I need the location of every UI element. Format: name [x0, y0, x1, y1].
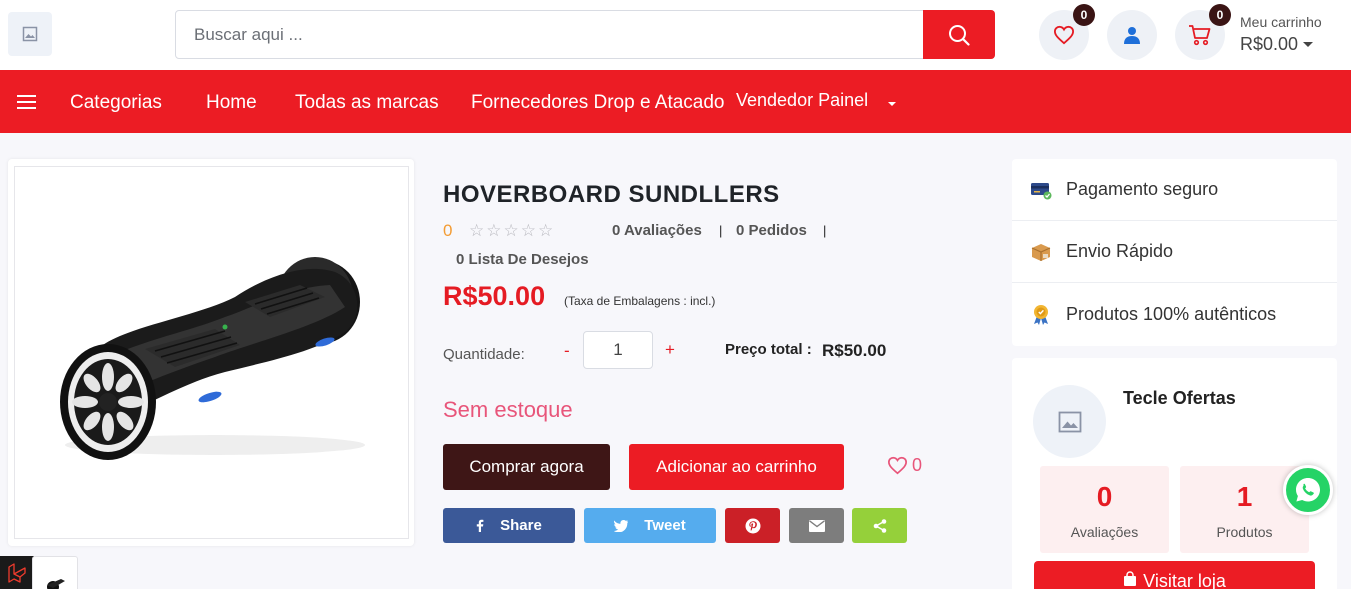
- heart-outline-icon: [887, 456, 908, 475]
- share-facebook-label: Share: [500, 517, 542, 534]
- wishlist-count: 0 Lista De Desejos: [456, 251, 589, 268]
- quantity-label: Quantidade:: [443, 346, 525, 363]
- twitter-icon: [614, 519, 629, 532]
- seller-reviews-value: 0: [1096, 481, 1113, 512]
- main-nav: Categorias Home Todas as marcas Forneced…: [0, 70, 1351, 133]
- credit-card-icon: [1031, 182, 1052, 199]
- product-thumbnail[interactable]: [32, 556, 78, 589]
- product-rating-value: 0: [443, 221, 453, 240]
- stock-status: Sem estoque: [443, 397, 573, 422]
- account-button[interactable]: [1107, 10, 1157, 60]
- wishlist-counter: 0: [912, 455, 923, 475]
- feature-secure-payment: Pagamento seguro: [1012, 159, 1337, 221]
- image-placeholder-icon: [1058, 411, 1081, 432]
- seller-reviews-stat: 0 Avaliações: [1040, 466, 1169, 553]
- search-bar: [175, 10, 995, 59]
- feature-label: Envio Rápido: [1066, 241, 1174, 261]
- nav-item-suppliers[interactable]: Fornecedores Drop e Atacado: [471, 92, 725, 114]
- wishlist-count-badge: 0: [1073, 4, 1095, 26]
- share-facebook-button[interactable]: Share: [443, 508, 575, 543]
- orders-count: 0 Pedidos: [736, 222, 807, 239]
- product-main-image[interactable]: [14, 166, 409, 539]
- top-header: 0 0 Meu carrinho R$0.00: [0, 0, 1351, 70]
- product-title: HOVERBOARD SUNDLLERS: [443, 181, 780, 208]
- hamburger-menu-icon[interactable]: [17, 95, 36, 109]
- nav-categories[interactable]: Categorias: [70, 92, 162, 114]
- share-twitter-button[interactable]: Tweet: [584, 508, 716, 543]
- heart-icon: [1053, 25, 1075, 45]
- total-price-label-text: Preço total: [725, 341, 803, 358]
- visit-store-button[interactable]: Visitar loja: [1034, 561, 1315, 589]
- feature-label: Pagamento seguro: [1066, 179, 1219, 199]
- feature-label: Produtos 100% autênticos: [1066, 303, 1277, 324]
- site-logo[interactable]: [8, 12, 52, 56]
- share-twitter-label: Tweet: [644, 517, 686, 534]
- share-email-button[interactable]: [789, 508, 844, 543]
- tax-note: (Taxa de Embalagens : incl.): [564, 294, 716, 308]
- laravel-debug-icon[interactable]: [0, 556, 34, 589]
- feature-authentic-products: Produtos 100% autênticos: [1012, 283, 1337, 345]
- add-to-wishlist-button[interactable]: 0: [887, 455, 922, 476]
- features-panel: Pagamento seguro Envio Rápido Produtos 1…: [1012, 159, 1337, 346]
- cart-total[interactable]: R$0.00: [1240, 34, 1298, 55]
- whatsapp-icon: [1296, 478, 1320, 502]
- email-icon: [808, 519, 825, 532]
- search-input[interactable]: [176, 11, 924, 58]
- nav-item-home[interactable]: Home: [206, 92, 257, 114]
- rating-stars-icon: ☆☆☆☆☆: [469, 221, 556, 240]
- cart-label[interactable]: Meu carrinho: [1240, 14, 1322, 30]
- seller-products-label: Produtos: [1216, 524, 1273, 540]
- user-icon: [1124, 27, 1140, 44]
- meta-separator: |: [823, 223, 827, 238]
- pinterest-icon: [745, 518, 760, 533]
- add-to-cart-button[interactable]: Adicionar ao carrinho: [629, 444, 844, 490]
- buy-now-button[interactable]: Comprar agora: [443, 444, 610, 490]
- package-icon: [1031, 243, 1051, 261]
- award-badge-icon: [1034, 305, 1048, 325]
- feature-fast-shipping: Envio Rápido: [1012, 221, 1337, 283]
- visit-store-label: Visitar loja: [1143, 571, 1226, 589]
- seller-panel-caret-icon[interactable]: [888, 102, 896, 106]
- total-price-value: R$50.00: [822, 341, 887, 360]
- shopping-bag-icon: [1124, 571, 1137, 586]
- quantity-decrease-button[interactable]: -: [564, 341, 570, 361]
- nav-item-seller-panel[interactable]: Vendedor Painel: [736, 90, 868, 111]
- search-icon: [949, 24, 970, 46]
- cart-count-badge: 0: [1209, 4, 1231, 26]
- nav-item-brands[interactable]: Todas as marcas: [295, 92, 439, 114]
- quantity-input[interactable]: 1: [583, 331, 653, 369]
- total-price-label: Preço total :: [725, 341, 812, 358]
- meta-separator: |: [719, 223, 723, 238]
- share-pinterest-button[interactable]: [725, 508, 780, 543]
- cart-icon: [1189, 25, 1211, 46]
- image-placeholder-icon: [22, 26, 38, 42]
- seller-avatar[interactable]: [1033, 385, 1106, 458]
- facebook-icon: [476, 519, 484, 532]
- share-sharethis-button[interactable]: [852, 508, 907, 543]
- search-button[interactable]: [923, 10, 995, 59]
- quantity-increase-button[interactable]: +: [665, 340, 675, 360]
- reviews-count[interactable]: 0 Avaliações: [612, 222, 702, 239]
- cart-dropdown-caret-icon[interactable]: [1303, 42, 1313, 47]
- hoverboard-image: [60, 257, 365, 460]
- whatsapp-chat-button[interactable]: [1283, 465, 1333, 515]
- share-icon: [873, 518, 886, 533]
- product-price: R$50.00: [443, 281, 546, 311]
- hoverboard-thumbnail-image: [47, 579, 65, 589]
- seller-name[interactable]: Tecle Ofertas: [1123, 388, 1236, 409]
- seller-reviews-label: Avaliações: [1070, 524, 1139, 540]
- product-gallery: [8, 159, 414, 546]
- total-price-colon: :: [806, 341, 812, 358]
